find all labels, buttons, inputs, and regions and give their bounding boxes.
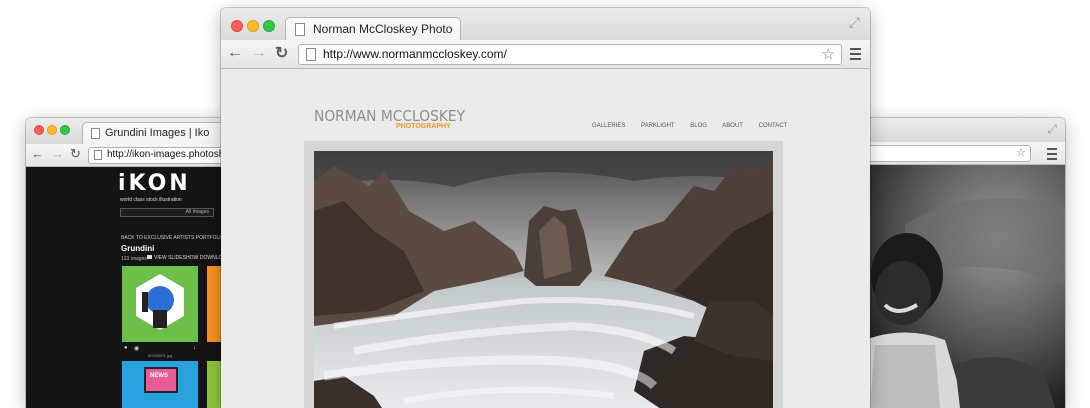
nav-about[interactable]: ABOUT [722,123,743,129]
cart-icon[interactable]: ● [124,345,128,351]
page-icon [306,48,316,61]
news-label: NEWS [150,373,168,379]
reload-icon[interactable]: ↻ [70,146,81,162]
portrait-page [845,165,1065,408]
ikon-page: iKON world class stock illustration All … [26,167,236,408]
menu-icon[interactable] [1047,148,1057,163]
figure-icon [136,274,184,330]
address-bar[interactable]: http://ikon-images.photoshelter [88,147,236,164]
menu-icon[interactable] [850,48,861,63]
thumb-actions: ● ◉ ↓ [122,345,198,353]
page-icon [295,23,305,36]
tab-strip: Grundini Images | Iko [26,118,236,145]
toolbar: ☆ [845,142,1065,165]
slideshow-icon [147,255,152,259]
artist-title: Grundini [121,244,155,253]
hero-photo[interactable] [314,151,773,408]
address-bar[interactable]: http://www.normanmccloskey.com/ ☆ [298,44,842,65]
back-to-portfolios-link[interactable]: BACK TO EXCLUSIVE ARTISTS PORTFOLIOS [121,235,228,241]
bookmark-star-icon[interactable]: ☆ [822,45,835,63]
site-logo[interactable]: NORMAN MCCLOSKEY PHOTOGRAPHY [314,107,478,130]
download-thumb-icon[interactable]: ↓ [193,345,196,351]
download-label: DOWNLO [199,255,223,261]
minimize-window-button[interactable] [47,125,57,135]
close-window-button[interactable] [231,20,243,32]
zoom-window-button[interactable] [263,20,275,32]
page-icon [91,128,100,139]
search-placeholder: All Images [185,209,209,215]
zoom-window-button[interactable] [60,125,70,135]
download-icon: ↓ [196,255,199,261]
ikon-logo: iKON [118,171,191,196]
tab-title: Grundini Images | Iko [105,127,210,139]
tab-strip: ⤢ [845,118,1065,142]
nav-contact[interactable]: CONTACT [759,123,788,129]
back-icon[interactable]: ← [31,146,44,161]
thumb-caption: 50100001.jpg [148,353,173,358]
portrait-photo [845,165,1065,408]
minimize-window-button[interactable] [247,20,259,32]
tab-title: Norman McCloskey Photogra [313,22,453,36]
back-icon[interactable]: ← [227,44,243,62]
left-browser-window: Grundini Images | Iko ← → ↻ http://ikon-… [26,118,236,408]
tab-strip: Norman McCloskey Photogra ⤢ [221,8,870,41]
right-browser-window: ⤢ ☆ [845,118,1065,408]
site-nav: GALLERIES PARKLIGHT BLOG ABOUT CONTACT [592,123,787,129]
thumbnail-1[interactable] [122,266,198,342]
toolbar: ← → ↻ http://www.normanmccloskey.com/ ☆ [221,40,870,69]
ikon-tagline: world class stock illustration [120,197,182,203]
address-bar[interactable]: ☆ [845,145,1031,162]
tab-grundini[interactable]: Grundini Images | Iko [82,122,236,145]
reload-icon[interactable]: ↻ [275,43,288,63]
norman-mccloskey-page: NORMAN MCCLOSKEY PHOTOGRAPHY GALLERIES P… [221,69,870,408]
thumbnail-3[interactable]: NEWS [122,361,198,408]
forward-icon[interactable]: → [51,146,64,161]
download-button[interactable]: ↓ DOWNLO [196,255,222,261]
fullscreen-icon[interactable]: ⤢ [1047,122,1057,137]
nav-parklight[interactable]: PARKLIGHT [641,123,675,129]
image-count: 133 images [121,256,147,262]
url-text: http://ikon-images.photoshelter [107,149,236,160]
url-text: http://www.normanmccloskey.com/ [323,47,507,61]
view-slideshow-button[interactable]: VIEW SLIDESHOW [147,255,198,261]
forward-icon[interactable]: → [251,44,267,62]
site-subtitle: PHOTOGRAPHY [396,123,451,130]
tab-norman-mccloskey[interactable]: Norman McCloskey Photogra [285,17,461,41]
nav-blog[interactable]: BLOG [690,123,707,129]
search-input[interactable]: All Images [120,208,214,217]
fullscreen-icon[interactable]: ⤢ [849,14,860,31]
nav-galleries[interactable]: GALLERIES [592,123,625,129]
eye-icon[interactable]: ◉ [134,345,139,352]
toolbar: ← → ↻ http://ikon-images.photoshelter [26,144,236,167]
news-illustration: NEWS [144,367,178,393]
view-slideshow-label: VIEW SLIDESHOW [154,255,199,261]
center-browser-window: Norman McCloskey Photogra ⤢ ← → ↻ http:/… [221,8,870,408]
close-window-button[interactable] [34,125,44,135]
bookmark-star-icon[interactable]: ☆ [1016,146,1026,159]
page-icon [94,150,102,160]
